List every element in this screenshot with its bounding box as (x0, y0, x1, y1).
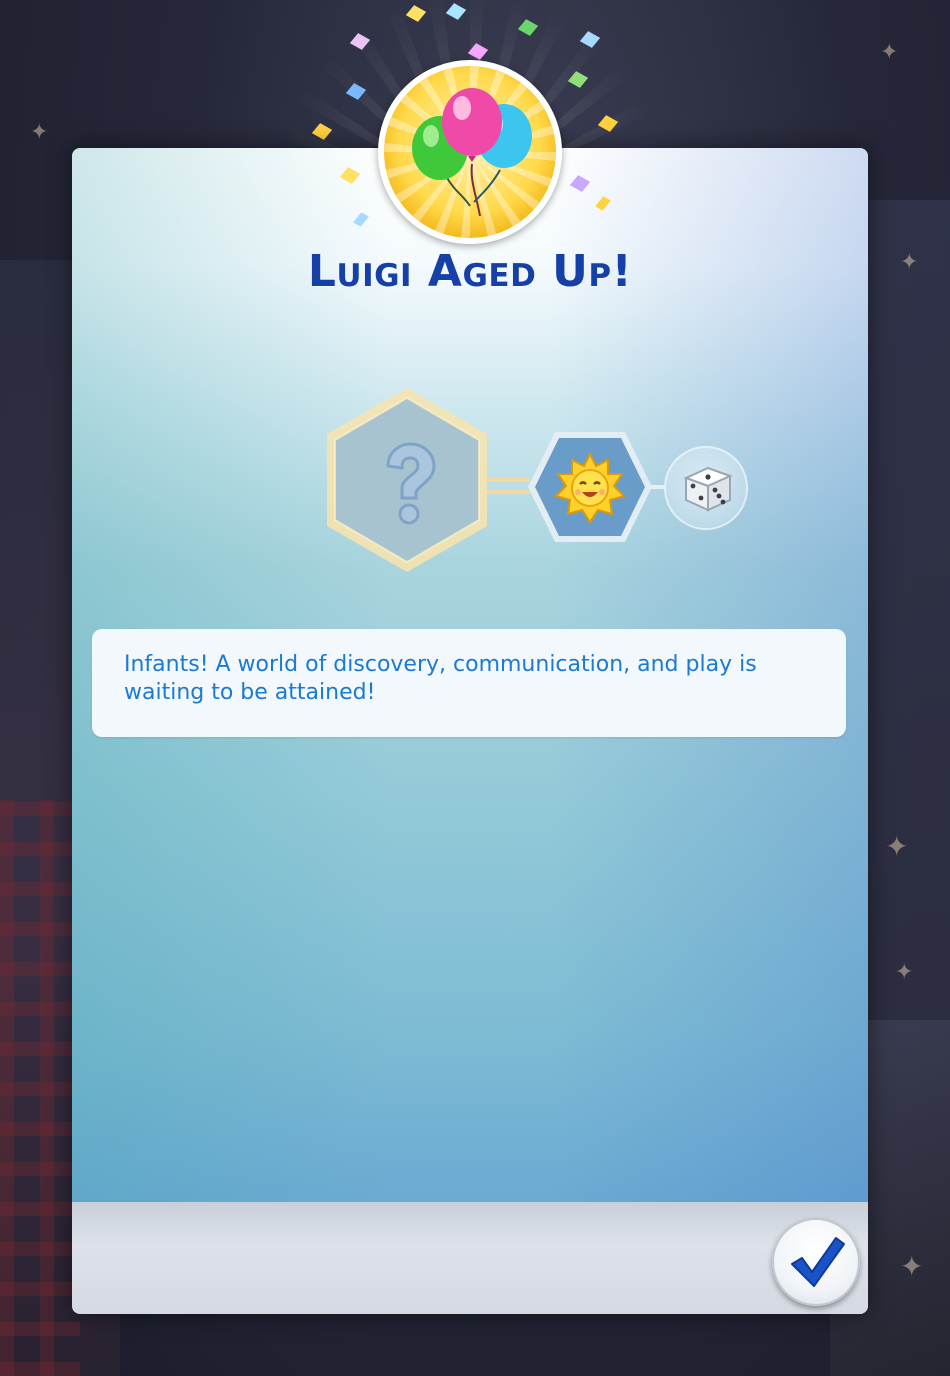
dialog-title: Luigi Aged Up! (307, 246, 633, 297)
checkmark-icon (791, 1237, 845, 1287)
sparkle-icon: ✦ (895, 960, 914, 985)
balloons-icon (378, 60, 562, 244)
question-mark-icon (386, 442, 436, 525)
dialog-footer (72, 1202, 868, 1314)
sun-face-icon (554, 452, 626, 524)
confirm-button[interactable] (772, 1218, 860, 1306)
dice-icon (683, 466, 733, 512)
sparkle-icon: ✦ (885, 830, 909, 863)
background-plaid-pattern (0, 800, 80, 1376)
description-text: Infants! A world of discovery, communica… (124, 652, 757, 705)
sparkle-icon: ✦ (900, 1250, 924, 1283)
description-box: Infants! A world of discovery, communica… (92, 629, 846, 737)
